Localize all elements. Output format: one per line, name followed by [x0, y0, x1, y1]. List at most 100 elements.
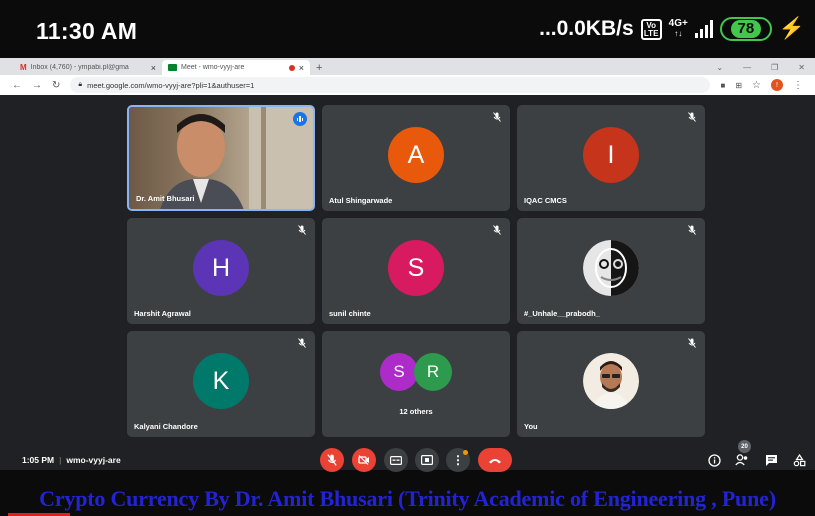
hang-up-icon	[489, 458, 501, 463]
mic-off-icon	[688, 338, 696, 348]
profile-photo-mask-icon	[583, 240, 639, 296]
close-window-icon[interactable]: ✕	[798, 63, 805, 72]
present-screen-button[interactable]	[415, 448, 439, 472]
participant-name: You	[524, 422, 538, 431]
avatar: R	[414, 353, 452, 391]
maximize-icon[interactable]: ❐	[771, 63, 778, 72]
meeting-time: 1:05 PM	[22, 455, 55, 465]
tab-label: Meet - wmo-vyyj-are	[181, 64, 245, 71]
participant-tile-unhale-prabodh[interactable]: #_Unhale__prabodh_	[517, 218, 705, 324]
meeting-info: 1:05 PM | wmo-vyyj-are	[22, 455, 121, 465]
volte-badge: Vo LTE	[640, 18, 662, 40]
gmail-icon: M	[20, 63, 27, 72]
captions-button[interactable]	[384, 448, 408, 472]
browser-tab-strip: M Inbox (4,760) - ympabi.pl@gma × Meet -…	[0, 58, 815, 75]
participant-tile-sunil-chinte[interactable]: S sunil chinte	[322, 218, 510, 324]
network-speed: ...0.0KB/s	[539, 17, 634, 40]
lock-icon: 🔒︎	[78, 81, 83, 88]
chat-icon	[765, 454, 777, 466]
battery-level: 78	[730, 20, 762, 38]
mic-off-icon	[688, 225, 696, 235]
people-button[interactable]: 20	[734, 440, 751, 468]
participant-tile-kalyani-chandore[interactable]: K Kalyani Chandore	[127, 331, 315, 437]
status-bar: 11:30 AM ...0.0KB/s Vo LTE 4G+ ↑↓ 78 ⚡	[0, 0, 815, 58]
participant-tile-amit-bhusari[interactable]: Dr. Amit Bhusari	[127, 105, 315, 211]
url-text: meet.google.com/wmo-vyyj-are?pli=1&authu…	[87, 80, 255, 90]
participant-tile-atul-shingarwade[interactable]: A Atul Shingarwade	[322, 105, 510, 211]
mic-toggle-button[interactable]	[320, 448, 344, 472]
speaking-indicator-icon	[293, 112, 307, 126]
camera-in-use-icon[interactable]: ■	[720, 81, 725, 90]
more-vert-icon: ⋮	[452, 453, 464, 467]
meeting-details-button[interactable]	[706, 452, 722, 468]
mic-off-icon	[327, 454, 337, 466]
tab-gmail[interactable]: M Inbox (4,760) - ympabi.pl@gma ×	[14, 60, 162, 75]
participant-name: Atul Shingarwade	[329, 196, 393, 205]
caption-text: Crypto Currency By Dr. Amit Bhusari (Tri…	[39, 486, 776, 511]
address-bar: ← → ↻ 🔒︎ meet.google.com/wmo-vyyj-are?pl…	[0, 75, 815, 95]
battery-icon: 78	[719, 17, 772, 41]
profile-avatar[interactable]: !	[771, 79, 783, 91]
back-icon[interactable]: ←	[12, 80, 22, 91]
participant-name: Harshit Agrawal	[134, 309, 191, 318]
camera-off-icon	[358, 455, 369, 465]
minimize-icon[interactable]: —	[743, 63, 751, 72]
avatar: H	[193, 240, 249, 296]
meet-icon	[168, 64, 177, 71]
menu-icon[interactable]: ⋮	[793, 80, 803, 91]
network-type-icon: 4G+ ↑↓	[668, 18, 688, 39]
chat-button[interactable]	[763, 452, 779, 468]
participant-name: Kalyani Chandore	[134, 422, 198, 431]
reload-icon[interactable]: ↻	[52, 80, 60, 91]
tab-search-icon[interactable]: ⌄	[716, 63, 723, 72]
recording-dot-icon	[288, 64, 295, 71]
clock: 11:30 AM	[36, 18, 138, 44]
forward-icon[interactable]: →	[32, 80, 42, 91]
closed-captions-icon	[390, 455, 402, 465]
present-screen-icon	[421, 455, 433, 465]
others-count-label: 12 others	[399, 407, 433, 416]
mic-off-icon	[493, 112, 501, 122]
network-type-label: 4G+	[668, 18, 688, 29]
activities-button[interactable]	[791, 452, 807, 468]
participant-name: sunil chinte	[329, 309, 371, 318]
status-icons: ...0.0KB/s Vo LTE 4G+ ↑↓ 78 ⚡	[539, 17, 805, 41]
activities-icon	[793, 453, 805, 466]
participant-tile-iqac-cmcs[interactable]: I IQAC CMCS	[517, 105, 705, 211]
leave-call-button[interactable]	[478, 448, 512, 472]
people-icon	[735, 454, 748, 466]
mic-off-icon	[298, 225, 306, 235]
video-caption-banner: Crypto Currency By Dr. Amit Bhusari (Tri…	[0, 482, 815, 516]
mic-off-icon	[298, 338, 306, 348]
new-tab-button[interactable]: +	[310, 62, 328, 75]
signal-icon	[694, 20, 713, 38]
participant-name: Dr. Amit Bhusari	[136, 194, 195, 203]
tab-meet[interactable]: Meet - wmo-vyyj-are ×	[162, 60, 310, 75]
tab-label: Inbox (4,760) - ympabi.pl@gma	[30, 64, 129, 71]
avatar: A	[388, 127, 444, 183]
profile-photo	[583, 353, 639, 409]
url-field[interactable]: 🔒︎ meet.google.com/wmo-vyyj-are?pli=1&au…	[70, 77, 711, 93]
close-icon[interactable]: ×	[151, 63, 156, 73]
camera-toggle-button[interactable]	[352, 448, 376, 472]
participant-tile-you[interactable]: You	[517, 331, 705, 437]
charging-icon: ⚡	[778, 17, 805, 40]
info-icon	[707, 453, 721, 467]
avatar: S	[380, 353, 418, 391]
bookmark-star-icon[interactable]: ☆	[752, 80, 761, 91]
close-icon[interactable]: ×	[299, 63, 304, 73]
participant-name: IQAC CMCS	[524, 196, 567, 205]
window-controls: ⌄ — ❐ ✕	[716, 60, 815, 75]
avatar: S	[388, 240, 444, 296]
avatar: K	[193, 353, 249, 409]
translate-icon[interactable]: ⊞	[735, 81, 742, 90]
participant-name: #_Unhale__prabodh_	[524, 309, 600, 318]
participant-tile-harshit-agrawal[interactable]: H Harshit Agrawal	[127, 218, 315, 324]
mic-off-icon	[493, 225, 501, 235]
avatar: I	[583, 127, 639, 183]
meeting-code: wmo-vyyj-are	[66, 455, 121, 465]
others-tile[interactable]: S R 12 others	[322, 331, 510, 437]
more-options-button[interactable]: ⋮	[446, 448, 470, 472]
participant-count-badge: 20	[738, 440, 751, 453]
toolbar-actions: ■ ⊞ ☆ ! ⋮	[720, 79, 803, 91]
